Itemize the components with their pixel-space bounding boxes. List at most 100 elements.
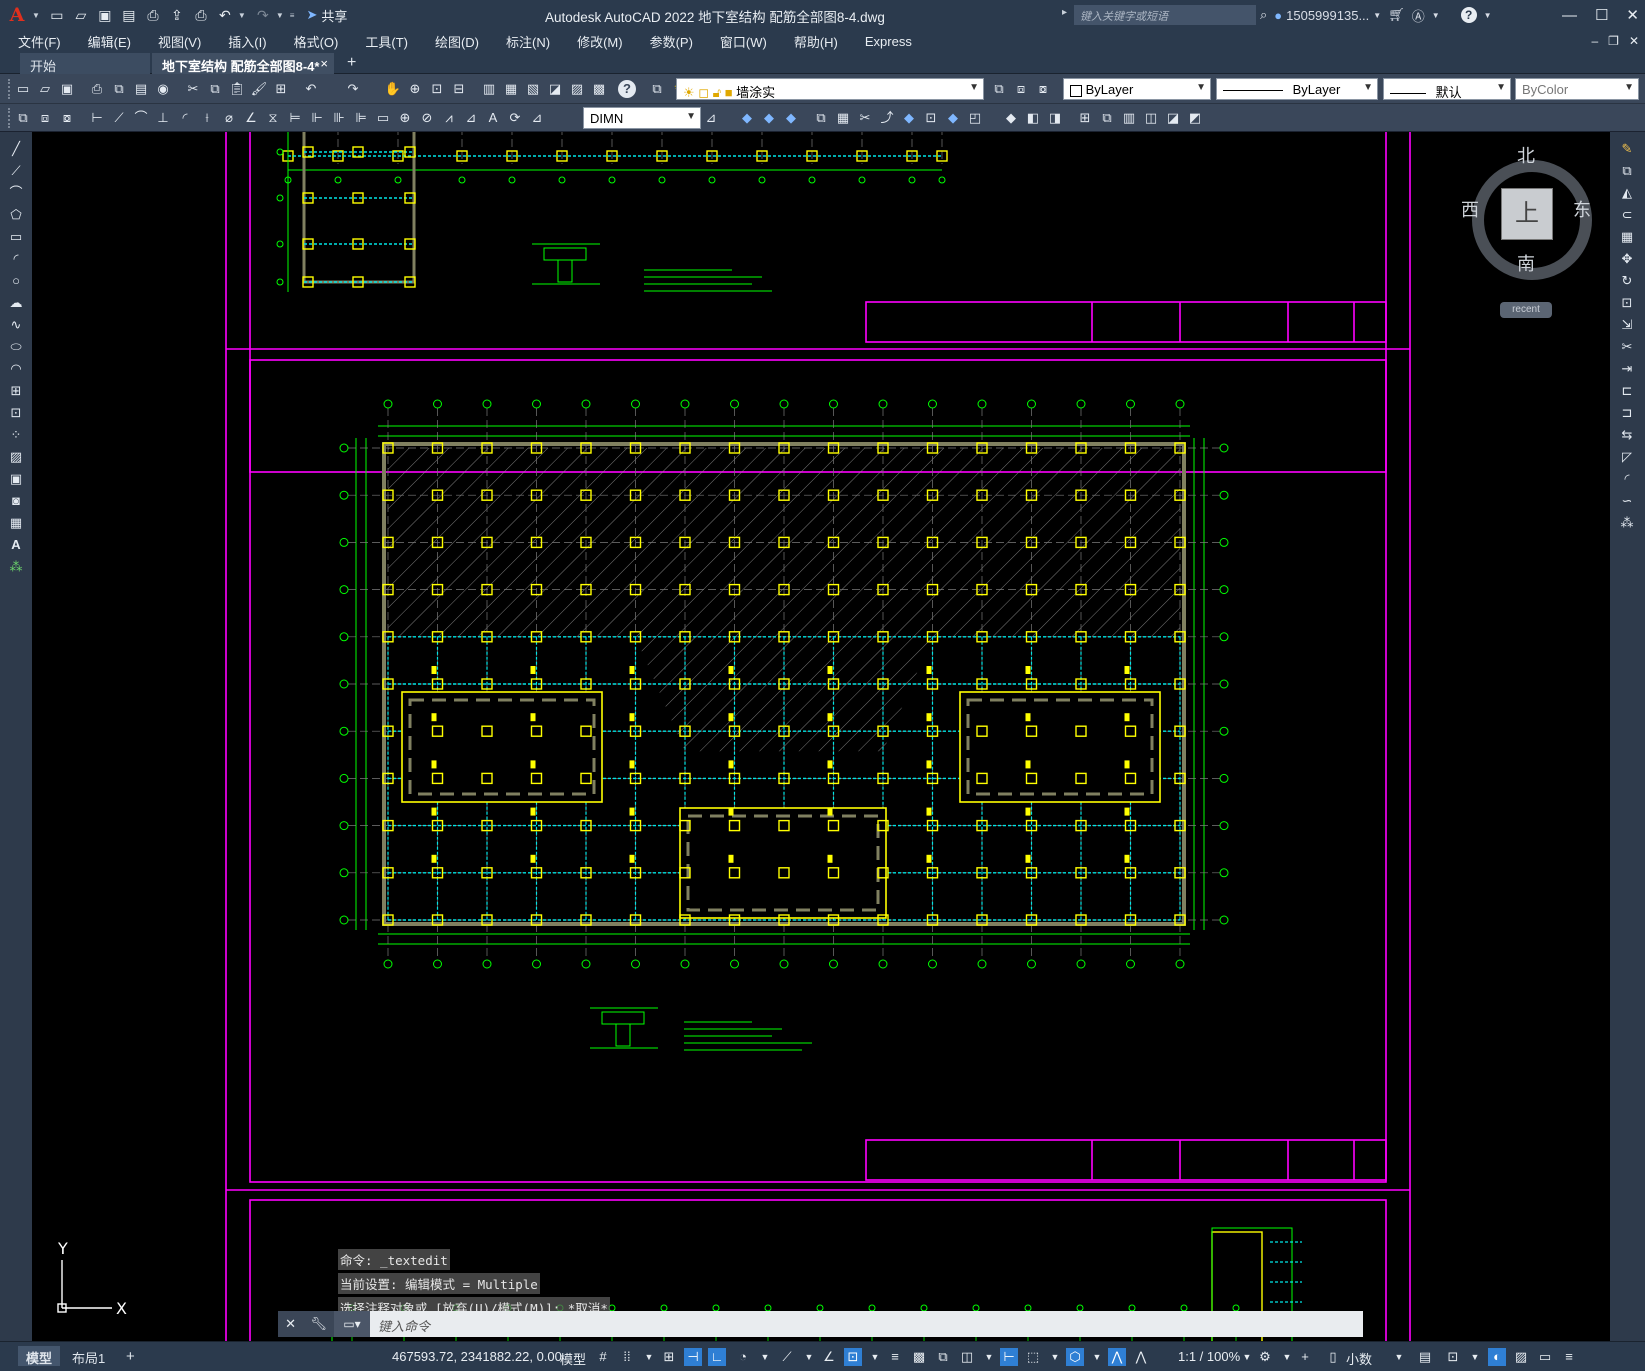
save-icon[interactable]: ▣ bbox=[58, 80, 76, 98]
menu-parameters[interactable]: 参数(P) bbox=[650, 32, 693, 51]
insert-block-icon[interactable]: ⊞ bbox=[7, 382, 25, 400]
construction-line-icon[interactable]: ⟋ bbox=[7, 162, 25, 180]
erase-icon[interactable]: ✎ bbox=[1618, 140, 1636, 158]
menu-format[interactable]: 格式(O) bbox=[294, 32, 339, 51]
search-expand-icon[interactable]: ▸ bbox=[1062, 7, 1067, 18]
app-menu-chevron-icon[interactable]: ▼ bbox=[32, 11, 40, 20]
undo-icon[interactable]: ↶ bbox=[302, 80, 320, 98]
menu-insert[interactable]: 插入(I) bbox=[228, 32, 266, 51]
modify-fillet-icon[interactable]: ◰ bbox=[966, 109, 984, 127]
mtext-icon[interactable]: A bbox=[7, 536, 25, 554]
modify-copy-icon[interactable]: ◆ bbox=[760, 109, 778, 127]
dim-ordinate-icon[interactable]: ⊥ bbox=[154, 109, 172, 127]
dim-jogged-icon[interactable]: ⟊ bbox=[198, 109, 216, 127]
dim-continue-icon[interactable]: ⊩ bbox=[308, 109, 326, 127]
solid-union-icon[interactable]: ◆ bbox=[1002, 109, 1020, 127]
paste-icon[interactable]: 📋︎ bbox=[228, 80, 246, 98]
import-icon[interactable]: ⎙ bbox=[142, 4, 164, 26]
open-icon[interactable]: ▱ bbox=[36, 80, 54, 98]
export-icon[interactable]: ⇪ bbox=[166, 4, 188, 26]
scale-dropdown-icon[interactable]: ▼ bbox=[1238, 1348, 1256, 1366]
command-input[interactable]: 键入命令 bbox=[370, 1311, 1363, 1337]
polyline-icon[interactable]: ⌒ bbox=[7, 184, 25, 202]
customize-qat-icon[interactable]: ≡ bbox=[290, 11, 295, 20]
line-icon[interactable]: ╱ bbox=[7, 140, 25, 158]
selection-filter-icon[interactable]: ⬚ bbox=[1024, 1348, 1042, 1366]
solid-subtract-icon[interactable]: ◧ bbox=[1024, 109, 1042, 127]
clean-screen-icon[interactable]: ▭ bbox=[1536, 1348, 1554, 1366]
annotation-monitor-icon[interactable]: + bbox=[1296, 1348, 1314, 1366]
print-icon[interactable]: ⎙ bbox=[190, 4, 212, 26]
qnew-icon[interactable]: ▭ bbox=[14, 80, 32, 98]
hardware-acceleration-icon[interactable]: ▨ bbox=[1512, 1348, 1530, 1366]
doc-restore-icon[interactable]: ❐ bbox=[1608, 34, 1619, 48]
search-input[interactable]: 键入关键字或短语 bbox=[1074, 5, 1256, 25]
zoom-window-icon[interactable]: ⊡ bbox=[428, 80, 446, 98]
move-icon[interactable]: ✥ bbox=[1618, 250, 1636, 268]
maximize-icon[interactable]: ☐ bbox=[1595, 6, 1608, 24]
solid-intersect-icon[interactable]: ◨ bbox=[1046, 109, 1064, 127]
dim-style-manager-icon[interactable]: ⊿ bbox=[702, 109, 720, 127]
insert-block-icon[interactable]: ⊞ bbox=[1076, 109, 1094, 127]
make-block-icon[interactable]: ⊡ bbox=[7, 404, 25, 422]
drawing-canvas[interactable]: Y X 上 北 南 东 西 recent bbox=[32, 132, 1610, 1341]
units-dropdown-icon[interactable]: ▼ bbox=[1390, 1348, 1408, 1366]
menu-window[interactable]: 窗口(W) bbox=[720, 32, 767, 51]
match-properties-icon[interactable]: 🖌︎ bbox=[250, 80, 268, 98]
trim-icon[interactable]: ✂ bbox=[1618, 338, 1636, 356]
join-icon[interactable]: ⇆ bbox=[1618, 426, 1636, 444]
jogged-linear-icon[interactable]: ⩘ bbox=[440, 109, 458, 127]
ellipse-icon[interactable]: ⬭ bbox=[7, 338, 25, 356]
chamfer-icon[interactable]: ◸ bbox=[1618, 448, 1636, 466]
model-space-toggle[interactable]: 模型 bbox=[560, 1349, 586, 1368]
make-current-layer-icon[interactable]: ⧉ bbox=[990, 80, 1008, 98]
modify-scale-icon[interactable]: ⊡ bbox=[922, 109, 940, 127]
ellipse-arc-icon[interactable]: ◠ bbox=[7, 360, 25, 378]
modify-rotate-icon[interactable]: ◆ bbox=[900, 109, 918, 127]
object-snap-icon[interactable]: ⊡ bbox=[844, 1348, 862, 1366]
rectangle-icon[interactable]: ▭ bbox=[7, 228, 25, 246]
mirror-icon[interactable]: ◭ bbox=[1618, 184, 1636, 202]
layer-match-icon[interactable]: ⧇ bbox=[1034, 80, 1052, 98]
layer-iso-icon[interactable]: ⧈ bbox=[36, 109, 54, 127]
add-layout-button[interactable]: + bbox=[118, 1346, 143, 1366]
dim-style-icon[interactable]: ⊿ bbox=[528, 109, 546, 127]
calculator-icon[interactable]: ▩ bbox=[590, 80, 608, 98]
dim-aligned-icon[interactable]: ⟋ bbox=[110, 109, 128, 127]
color-dropdown[interactable]: ByLayer ▼ bbox=[1063, 78, 1211, 100]
viewcube-top-face[interactable]: 上 bbox=[1501, 188, 1553, 240]
new-tab-button[interactable]: + bbox=[347, 54, 356, 72]
isolate-objects-icon[interactable]: ◐ bbox=[1488, 1348, 1506, 1366]
copy-icon[interactable]: ⧉ bbox=[206, 80, 224, 98]
tab-layout1[interactable]: 布局1 bbox=[64, 1346, 113, 1366]
compass-north[interactable]: 北 bbox=[1517, 142, 1535, 168]
annotation-scale[interactable]: 1:1 / 100% bbox=[1178, 1349, 1240, 1364]
preview-icon[interactable]: ⧉ bbox=[110, 80, 128, 98]
sheet-set-icon[interactable]: ◪ bbox=[546, 80, 564, 98]
dim-space-icon[interactable]: ⊪ bbox=[330, 109, 348, 127]
markup-icon[interactable]: ▨ bbox=[568, 80, 586, 98]
3d-print-icon[interactable]: ◉ bbox=[154, 80, 172, 98]
extend-icon[interactable]: ⇥ bbox=[1618, 360, 1636, 378]
object-snap-tracking-icon[interactable]: ∠ bbox=[820, 1348, 838, 1366]
menu-draw[interactable]: 绘图(D) bbox=[435, 32, 479, 51]
region-icon[interactable]: ◙ bbox=[7, 492, 25, 510]
quick-dim-icon[interactable]: ⧖ bbox=[264, 109, 282, 127]
units-icon[interactable]: ▯ bbox=[1324, 1348, 1342, 1366]
undo-dropdown-icon[interactable]: ▼ bbox=[238, 11, 246, 20]
close-command-line-icon[interactable]: ✕ bbox=[285, 1316, 296, 1332]
zoom-realtime-icon[interactable]: ⊕ bbox=[406, 80, 424, 98]
menu-express[interactable]: Express bbox=[865, 34, 912, 49]
close-window-icon[interactable]: ✕ bbox=[1626, 6, 1639, 24]
user-account[interactable]: ● 1505999135... ▼ bbox=[1274, 8, 1381, 23]
break-at-point-icon[interactable]: ⊏ bbox=[1618, 382, 1636, 400]
new-file-icon[interactable]: ▭ bbox=[46, 4, 68, 26]
infer-constraints-icon[interactable]: ⊞ bbox=[660, 1348, 678, 1366]
dim-arc-icon[interactable]: ⌒ bbox=[132, 109, 150, 127]
workspace-gear-icon[interactable]: ⚙ bbox=[1256, 1348, 1274, 1366]
filter-dropdown-icon[interactable]: ▼ bbox=[1046, 1348, 1064, 1366]
snap-icon[interactable]: ⁞⁞ bbox=[618, 1348, 636, 1366]
dim-angular-icon[interactable]: ∠ bbox=[242, 109, 260, 127]
redo-icon[interactable]: ↷ bbox=[252, 4, 274, 26]
dynamic-ucs-icon[interactable]: ⊢ bbox=[1000, 1348, 1018, 1366]
